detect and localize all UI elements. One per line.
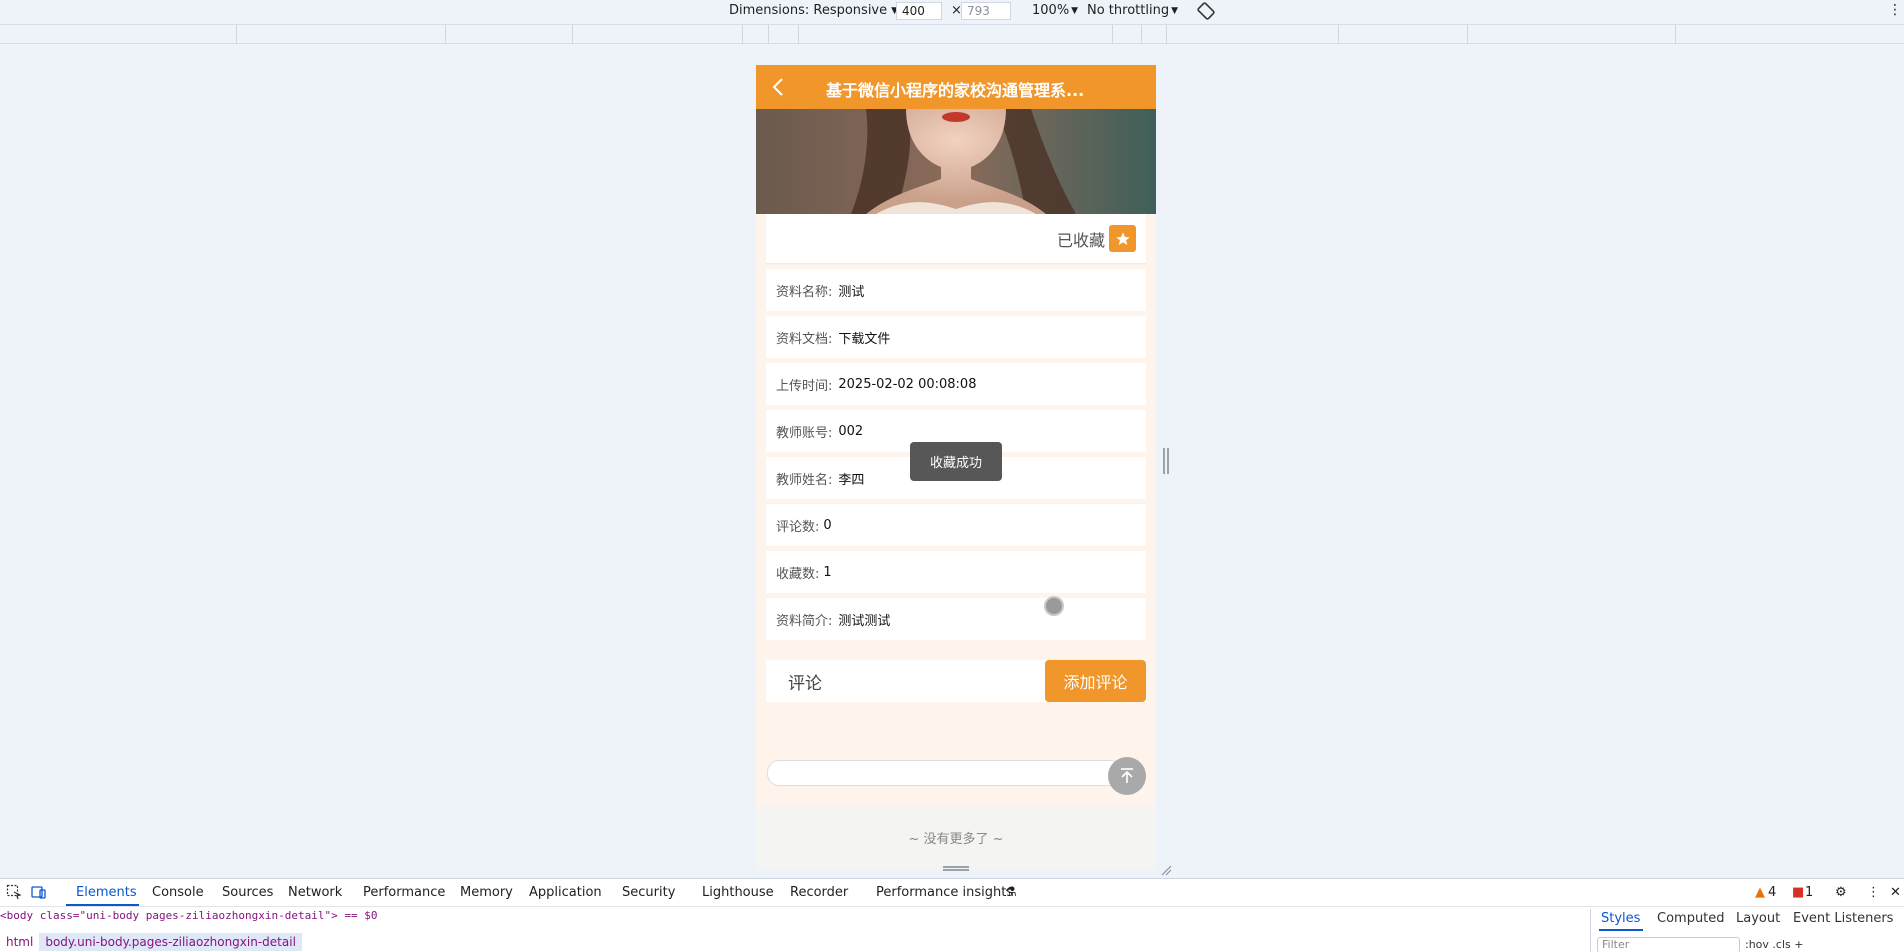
field-row-document: 资料文档: 下载文件 [766, 316, 1146, 358]
breadcrumb-item-html[interactable]: html [0, 933, 39, 951]
touch-cursor [1044, 596, 1064, 616]
page-title: 基于微信小程序的家校沟通管理系... [826, 81, 1085, 100]
back-arrow-icon[interactable] [768, 76, 790, 98]
field-value: 002 [838, 423, 864, 439]
devtools-panel: Elements Console Sources Network Perform… [0, 878, 1904, 952]
field-value: 0 [823, 517, 832, 533]
dimensions-label: Dimensions: Responsive [729, 3, 888, 18]
field-label: 资料文档: [776, 331, 833, 347]
field-row-collect-count: 收藏数: 1 [766, 551, 1146, 593]
device-toolbar: Dimensions: Responsive ▼ 400 × 793 100% … [0, 0, 1904, 24]
comment-bar: 评论 添加评论 [766, 660, 1146, 702]
breadcrumb-item-body[interactable]: body.uni-body.pages-ziliaozhongxin-detai… [39, 933, 302, 951]
tab-event-listeners[interactable]: Event Listeners [1793, 911, 1893, 926]
tab-memory[interactable]: Memory [460, 885, 513, 900]
tab-layout[interactable]: Layout [1736, 911, 1780, 926]
field-label: 教师姓名: [776, 472, 833, 488]
tab-elements[interactable]: Elements [76, 885, 137, 900]
tab-computed[interactable]: Computed [1657, 911, 1725, 926]
tab-network[interactable]: Network [288, 885, 342, 900]
field-row-comment-count: 评论数: 0 [766, 504, 1146, 546]
comment-input[interactable] [767, 760, 1122, 786]
field-value: 李四 [838, 472, 865, 488]
warning-icon[interactable]: ▲ [1755, 885, 1765, 900]
warning-count[interactable]: 4 [1768, 885, 1776, 900]
rotate-icon[interactable] [1196, 1, 1216, 25]
error-count[interactable]: 1 [1805, 885, 1813, 900]
close-icon[interactable]: ✕ [1890, 885, 1901, 900]
tab-sources[interactable]: Sources [222, 885, 273, 900]
breadcrumb: html body.uni-body.pages-ziliaozhongxin-… [0, 931, 1590, 952]
tab-recorder[interactable]: Recorder [790, 885, 848, 900]
field-label: 上传时间: [776, 378, 833, 394]
download-file-link[interactable]: 下载文件 [838, 328, 890, 347]
resize-handle-right[interactable] [1163, 448, 1169, 474]
resize-corner-icon[interactable] [1160, 861, 1172, 876]
collect-row: 已收藏 [766, 214, 1146, 264]
styles-pane: Styles Computed Layout Event Listeners F… [1590, 909, 1904, 952]
field-label: 收藏数: [776, 566, 820, 582]
throttling-dropdown[interactable]: No throttling ▼ [1087, 3, 1178, 18]
tab-lighthouse[interactable]: Lighthouse [702, 885, 774, 900]
styles-filter-input[interactable]: Filter [1597, 937, 1740, 952]
field-row-name: 资料名称: 测试 [766, 269, 1146, 311]
dimensions-dropdown[interactable]: Dimensions: Responsive ▼ [729, 3, 898, 18]
tab-security[interactable]: Security [622, 885, 675, 900]
devtools-tab-bar: Elements Console Sources Network Perform… [0, 879, 1904, 907]
gear-icon[interactable]: ⚙ [1835, 885, 1847, 900]
back-to-top-button[interactable] [1108, 757, 1146, 795]
caret-down-icon: ▼ [1071, 5, 1079, 16]
collected-label: 已收藏 [1056, 230, 1105, 250]
toast-message: 收藏成功 [910, 442, 1002, 481]
dom-node-text: <body class="uni-body pages-ziliaozhongx… [0, 909, 378, 922]
tab-application[interactable]: Application [529, 885, 602, 900]
nav-bar: 基于微信小程序的家校沟通管理系... [756, 65, 1156, 109]
field-value: 1 [823, 564, 832, 580]
media-query-ruler [0, 24, 1904, 44]
field-label: 资料名称: [776, 284, 833, 300]
field-label: 评论数: [776, 519, 820, 535]
tab-console[interactable]: Console [152, 885, 204, 900]
flask-icon: ⚗ [1005, 885, 1017, 900]
viewport-height-input[interactable]: 793 [961, 2, 1011, 20]
field-value: 测试 [838, 284, 865, 300]
field-label: 资料简介: [776, 613, 833, 629]
field-row-intro: 资料简介: 测试测试 [766, 598, 1146, 640]
tab-performance[interactable]: Performance [363, 885, 445, 900]
banner-image [756, 109, 1156, 214]
field-value: 测试测试 [838, 613, 891, 629]
more-options-icon[interactable]: ⋮ [1867, 885, 1880, 900]
dom-tree-selected-node[interactable]: <body class="uni-body pages-ziliaozhongx… [0, 909, 378, 927]
active-style-tab-indicator [1599, 929, 1643, 931]
star-icon [1115, 231, 1130, 245]
throttling-label: No throttling [1087, 3, 1170, 18]
active-tab-indicator [66, 904, 139, 906]
zoom-dropdown[interactable]: 100% ▼ [1032, 3, 1078, 18]
device-toggle-icon[interactable] [31, 884, 47, 904]
error-icon[interactable]: ■ [1792, 885, 1804, 900]
field-row-upload-time: 上传时间: 2025-02-02 00:08:08 [766, 363, 1146, 405]
tab-performance-insights[interactable]: Performance insights [876, 885, 1013, 900]
more-options-icon[interactable]: ⋮ [1888, 2, 1902, 18]
caret-down-icon: ▼ [1171, 5, 1178, 16]
viewport-width-input[interactable]: 400 [896, 2, 942, 20]
arrow-up-icon [1121, 768, 1133, 783]
collect-button[interactable] [1109, 225, 1136, 252]
resize-handle-bottom[interactable] [943, 866, 969, 871]
add-comment-button[interactable]: 添加评论 [1045, 660, 1146, 702]
tab-styles[interactable]: Styles [1601, 911, 1640, 926]
inspect-element-icon[interactable] [6, 884, 22, 904]
field-value: 2025-02-02 00:08:08 [838, 376, 977, 392]
field-label: 教师账号: [776, 425, 833, 441]
style-tools[interactable]: :hov .cls + [1745, 938, 1803, 951]
comment-title: 评论 [788, 673, 822, 694]
no-more-text: ~ 没有更多了 ~ [756, 805, 1156, 870]
zoom-label: 100% [1032, 3, 1070, 18]
